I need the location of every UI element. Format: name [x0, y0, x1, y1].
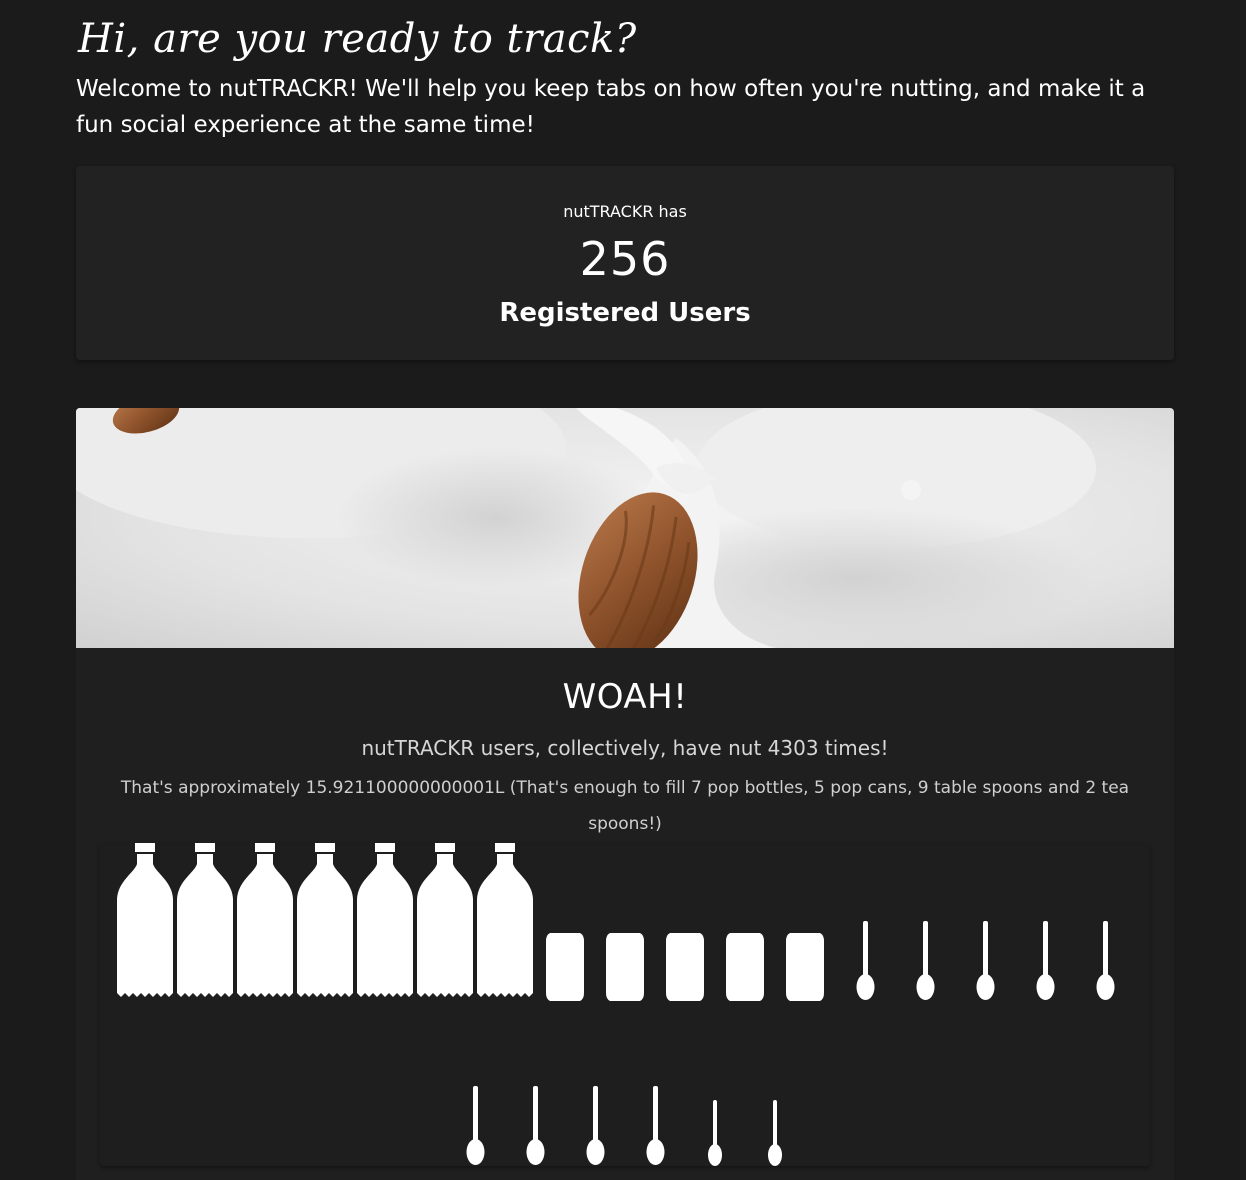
can-icon	[666, 933, 704, 1001]
tablespoon-icon	[915, 921, 935, 1001]
collective-count-text: nutTRACKR users, collectively, have nut …	[361, 736, 889, 760]
intro-text: Welcome to nutTRACKR! We'll help you kee…	[76, 76, 1146, 138]
tablespoon-icon	[855, 921, 875, 1001]
bottle-icon	[476, 843, 534, 1001]
teaspoon-icon	[707, 1100, 723, 1166]
tablespoon-icon	[1035, 921, 1055, 1001]
can-icon	[546, 933, 584, 1001]
users-prefix: nutTRACKR has	[563, 202, 687, 221]
users-count: 256	[579, 232, 671, 286]
woah-heading: WOAH!	[562, 677, 688, 717]
tablespoon-icon	[975, 921, 995, 1001]
tablespoon-icon	[645, 1086, 665, 1166]
bottle-icon	[416, 843, 474, 1001]
bottle-icon	[116, 843, 174, 1001]
users-label: Registered Users	[499, 298, 751, 328]
bottle-icon	[176, 843, 234, 1001]
volume-visualization	[100, 843, 1150, 1166]
can-icon	[726, 933, 764, 1001]
page: Hi, are you ready to track? Welcome to n…	[0, 0, 1246, 1180]
teaspoon-icon	[767, 1100, 783, 1166]
bottle-icon	[296, 843, 354, 1001]
tablespoon-icon	[1095, 921, 1115, 1001]
tablespoon-icon	[525, 1086, 545, 1166]
hero-image	[76, 408, 1174, 648]
can-icon	[606, 933, 644, 1001]
tablespoon-icon	[465, 1086, 485, 1166]
bottle-icon	[236, 843, 294, 1001]
registered-users-card: nutTRACKR has 256 Registered Users	[76, 166, 1174, 360]
bottle-icon	[356, 843, 414, 1001]
can-icon	[786, 933, 824, 1001]
volume-approximation-text: That's approximately 15.921100000000001L…	[120, 778, 1130, 834]
greeting-heading: Hi, are you ready to track?	[78, 16, 637, 62]
tablespoon-icon	[585, 1086, 605, 1166]
stats-card: WOAH! nutTRACKR users, collectively, hav…	[76, 408, 1174, 1180]
almond-milk-image	[76, 408, 1174, 648]
